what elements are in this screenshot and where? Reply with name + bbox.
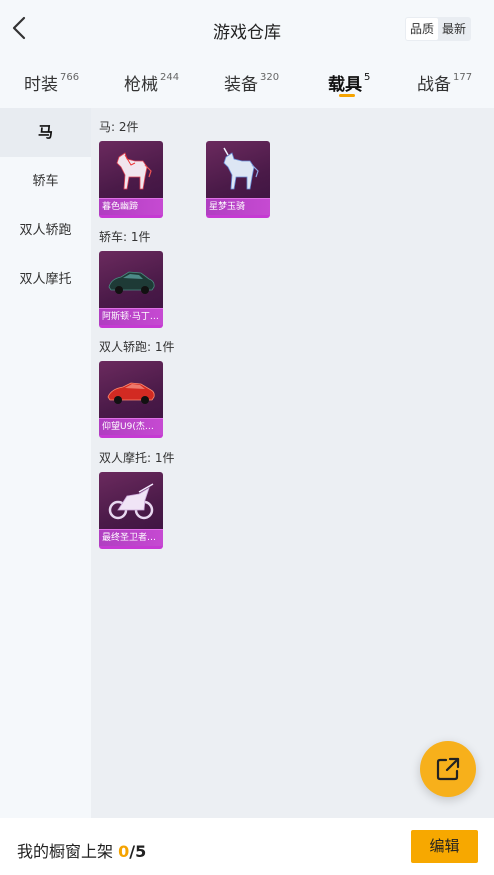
item-card[interactable]: 阿斯顿·马丁D...	[99, 251, 163, 328]
header: 游戏仓库 品质 最新	[0, 0, 494, 58]
sidebar-item-horse[interactable]: 马	[0, 108, 91, 157]
group-title-horse: 马: 2件	[99, 120, 139, 134]
vehicle-list: 马: 2件 暮色幽蹄 星梦玉骑 轿车: 1件 阿斯顿·马丁D... 双人轿跑: …	[91, 108, 494, 818]
group-title-motorcycle: 双人摩托: 1件	[99, 451, 175, 465]
motorcycle-icon	[108, 483, 154, 520]
item-name: 阿斯顿·马丁D...	[99, 308, 163, 325]
horse-icon	[116, 152, 152, 190]
unicorn-icon	[223, 147, 259, 190]
item-card[interactable]: 暮色幽蹄	[99, 141, 163, 218]
sort-by-newest[interactable]: 最新	[438, 18, 470, 40]
sidebar-item-motorcycle[interactable]: 双人摩托	[0, 255, 91, 304]
item-card[interactable]: 仰望U9(杰霞...	[99, 361, 163, 438]
sidebar-item-coupe[interactable]: 双人轿跑	[0, 206, 91, 255]
item-card[interactable]: 星梦玉骑	[206, 141, 270, 218]
tab-equipment[interactable]: 装备 320	[224, 70, 279, 95]
sort-toggle: 品质 最新	[405, 17, 472, 41]
item-card[interactable]: 最终圣卫者摩...	[99, 472, 163, 549]
tab-firearms[interactable]: 枪械 244	[124, 70, 179, 95]
sort-by-quality[interactable]: 品质	[406, 18, 439, 40]
tab-fashion[interactable]: 时装 766	[24, 70, 79, 95]
tab-vehicles[interactable]: 载具 5	[328, 70, 370, 95]
sidebar: 马 轿车 双人轿跑 双人摩托	[0, 108, 91, 818]
sports-car-icon	[107, 382, 155, 404]
group-title-coupe: 双人轿跑: 1件	[99, 340, 175, 354]
showcase-status: 我的橱窗上架 0/5	[17, 842, 147, 861]
item-name: 星梦玉骑	[206, 198, 270, 215]
footer-bar: 我的橱窗上架 0/5 编辑	[0, 818, 494, 875]
edit-button[interactable]: 编辑	[411, 830, 478, 863]
tab-supplies[interactable]: 战备 177	[417, 70, 472, 95]
item-name: 暮色幽蹄	[99, 198, 163, 215]
active-tab-indicator	[339, 94, 355, 97]
sidebar-item-sedan[interactable]: 轿车	[0, 157, 91, 206]
item-name: 仰望U9(杰霞...	[99, 418, 163, 435]
group-title-sedan: 轿车: 1件	[99, 230, 151, 244]
share-button[interactable]	[420, 741, 476, 797]
category-tabs: 时装 766 枪械 244 装备 320 载具 5 战备 177	[0, 58, 494, 108]
item-name: 最终圣卫者摩...	[99, 529, 163, 546]
car-icon	[108, 271, 155, 294]
external-link-icon	[436, 757, 460, 781]
